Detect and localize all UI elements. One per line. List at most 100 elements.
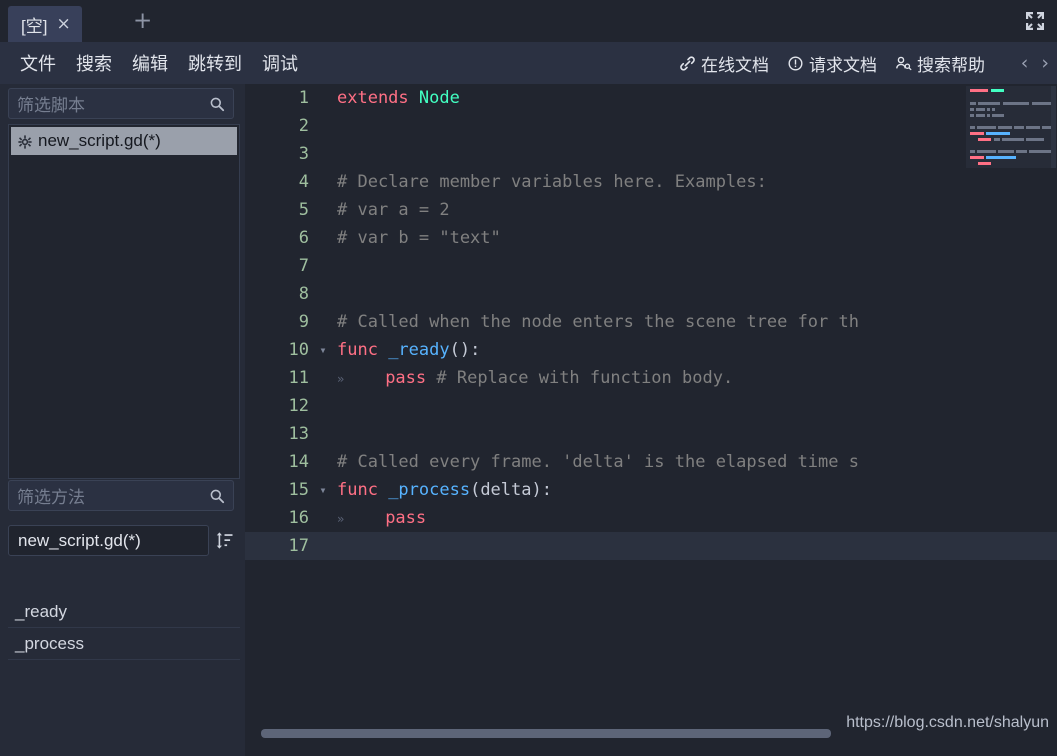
minimap-line bbox=[976, 114, 985, 117]
code-line[interactable]: 11 » pass # Replace with function body. bbox=[245, 364, 1057, 392]
fold-arrow-icon[interactable]: ▾ bbox=[315, 343, 331, 357]
menu-item-edit[interactable]: 编辑 bbox=[122, 50, 178, 76]
tab-bar: [空] × + bbox=[0, 0, 1057, 42]
horizontal-scrollbar-thumb[interactable] bbox=[261, 729, 831, 738]
request-docs-button[interactable]: 请求文档 bbox=[787, 51, 877, 76]
code-line[interactable]: 16 » pass bbox=[245, 504, 1057, 532]
code-line[interactable]: 4 # Declare member variables here. Exampl… bbox=[245, 168, 1057, 196]
search-help-label: 搜索帮助 bbox=[917, 55, 985, 75]
current-script-name[interactable]: new_script.gd(*) bbox=[8, 525, 209, 556]
list-item[interactable]: _ready bbox=[8, 596, 240, 628]
menu-item-list: 文件 搜索 编辑 跳转到 调试 bbox=[10, 42, 308, 84]
list-item[interactable]: _process bbox=[8, 628, 240, 660]
code-text: func _ready(): bbox=[331, 340, 480, 360]
code-token: # var a = 2 bbox=[337, 200, 450, 220]
gear-icon bbox=[18, 134, 32, 149]
minimap-line bbox=[978, 138, 991, 141]
line-number: 9 bbox=[298, 312, 309, 332]
sort-order-icon[interactable] bbox=[209, 525, 240, 556]
minimap-line bbox=[977, 150, 996, 153]
code-token: # Called when the node enters the scene … bbox=[337, 312, 859, 332]
minimap-line bbox=[970, 114, 974, 117]
code-line[interactable]: 13 bbox=[245, 420, 1057, 448]
link-icon bbox=[679, 55, 696, 72]
fold-arrow-icon[interactable]: ▾ bbox=[315, 483, 331, 497]
editor-bottom-bar bbox=[245, 729, 1057, 756]
line-number: 2 bbox=[298, 116, 309, 136]
documentation-links: 在线文档 请求文档 搜索帮助 bbox=[679, 42, 985, 84]
menu-item-debug[interactable]: 调试 bbox=[252, 50, 308, 76]
code-minimap[interactable] bbox=[966, 86, 1056, 168]
code-line[interactable]: 17 bbox=[245, 532, 1057, 560]
code-line[interactable]: 7 bbox=[245, 252, 1057, 280]
code-text: » pass # Replace with function body. bbox=[331, 368, 733, 388]
menu-item-file[interactable]: 文件 bbox=[10, 50, 66, 76]
code-token: _ready bbox=[388, 340, 450, 360]
method-list[interactable]: _ready _process bbox=[8, 596, 240, 660]
minimap-line bbox=[1029, 150, 1051, 153]
nav-forward-button[interactable]: › bbox=[1041, 52, 1049, 74]
code-line[interactable]: 14 # Called every frame. 'delta' is the e… bbox=[245, 448, 1057, 476]
code-line[interactable]: 6 # var b = "text" bbox=[245, 224, 1057, 252]
minimap-line bbox=[991, 89, 1004, 92]
search-help-button[interactable]: 搜索帮助 bbox=[895, 51, 985, 76]
minimap-line bbox=[976, 108, 985, 111]
code-editor[interactable]: 1 extends Node 2 3 4 # Declare member variabl… bbox=[245, 84, 1057, 756]
minimap-line bbox=[1002, 138, 1024, 141]
script-filter-input[interactable]: 筛选脚本 bbox=[8, 88, 234, 119]
line-number: 7 bbox=[298, 256, 309, 276]
line-number: 15 bbox=[288, 480, 309, 500]
list-item[interactable]: new_script.gd(*) bbox=[11, 127, 237, 155]
code-line[interactable]: 5 # var a = 2 bbox=[245, 196, 1057, 224]
minimap-line bbox=[998, 126, 1012, 129]
code-line[interactable]: 12 bbox=[245, 392, 1057, 420]
minimap-line bbox=[987, 114, 990, 117]
minimap-line bbox=[986, 156, 1016, 159]
minimap-line bbox=[992, 108, 995, 111]
code-line[interactable]: 1 extends Node bbox=[245, 84, 1057, 112]
code-text: # Called every frame. 'delta' is the ela… bbox=[331, 452, 859, 472]
list-item-label: new_script.gd(*) bbox=[38, 131, 161, 150]
code-token: (delta): bbox=[470, 480, 552, 500]
search-icon bbox=[209, 488, 225, 504]
nav-back-button[interactable]: ‹ bbox=[1021, 52, 1029, 74]
tab-empty-scene[interactable]: [空] × bbox=[8, 6, 82, 42]
horizontal-scrollbar[interactable] bbox=[253, 729, 1049, 747]
close-icon[interactable]: × bbox=[56, 15, 70, 33]
minimap-line bbox=[970, 150, 975, 153]
code-line[interactable]: 3 bbox=[245, 140, 1057, 168]
person-search-icon bbox=[895, 55, 912, 72]
fullscreen-expand-icon[interactable] bbox=[1022, 9, 1048, 33]
code-token: # Called every frame. 'delta' is the ela… bbox=[337, 452, 859, 472]
add-tab-button[interactable]: + bbox=[133, 10, 152, 33]
line-number: 16 bbox=[288, 508, 309, 528]
code-text: extends Node bbox=[331, 88, 460, 108]
line-number: 1 bbox=[298, 88, 309, 108]
online-docs-button[interactable]: 在线文档 bbox=[679, 51, 769, 76]
code-text-area[interactable]: 1 extends Node 2 3 4 # Declare member variabl… bbox=[245, 84, 1057, 730]
menu-item-search[interactable]: 搜索 bbox=[66, 50, 122, 76]
code-text: # var b = "text" bbox=[331, 228, 501, 248]
line-number: 12 bbox=[288, 396, 309, 416]
code-text: » pass bbox=[331, 508, 426, 528]
script-filter-placeholder: 筛选脚本 bbox=[17, 96, 85, 115]
minimap-line bbox=[977, 126, 996, 129]
minimap-line bbox=[998, 150, 1014, 153]
code-line[interactable]: 8 bbox=[245, 280, 1057, 308]
code-line[interactable]: 10 ▾ func _ready(): bbox=[245, 336, 1057, 364]
line-number: 3 bbox=[298, 144, 309, 164]
minimap-line bbox=[1042, 126, 1051, 129]
code-line[interactable]: 9 # Called when the node enters the scene… bbox=[245, 308, 1057, 336]
script-list[interactable]: new_script.gd(*) bbox=[8, 124, 240, 479]
code-line[interactable]: 2 bbox=[245, 112, 1057, 140]
menu-item-goto[interactable]: 跳转到 bbox=[178, 50, 252, 76]
watermark: https://blog.csdn.net/shalyun bbox=[846, 714, 1049, 731]
method-filter-input[interactable]: 筛选方法 bbox=[8, 480, 234, 511]
code-line[interactable]: 15 ▾ func _process(delta): bbox=[245, 476, 1057, 504]
list-item-label: _ready bbox=[15, 601, 67, 621]
request-docs-label: 请求文档 bbox=[809, 55, 877, 75]
line-number: 5 bbox=[298, 200, 309, 220]
minimap-line bbox=[987, 108, 990, 111]
